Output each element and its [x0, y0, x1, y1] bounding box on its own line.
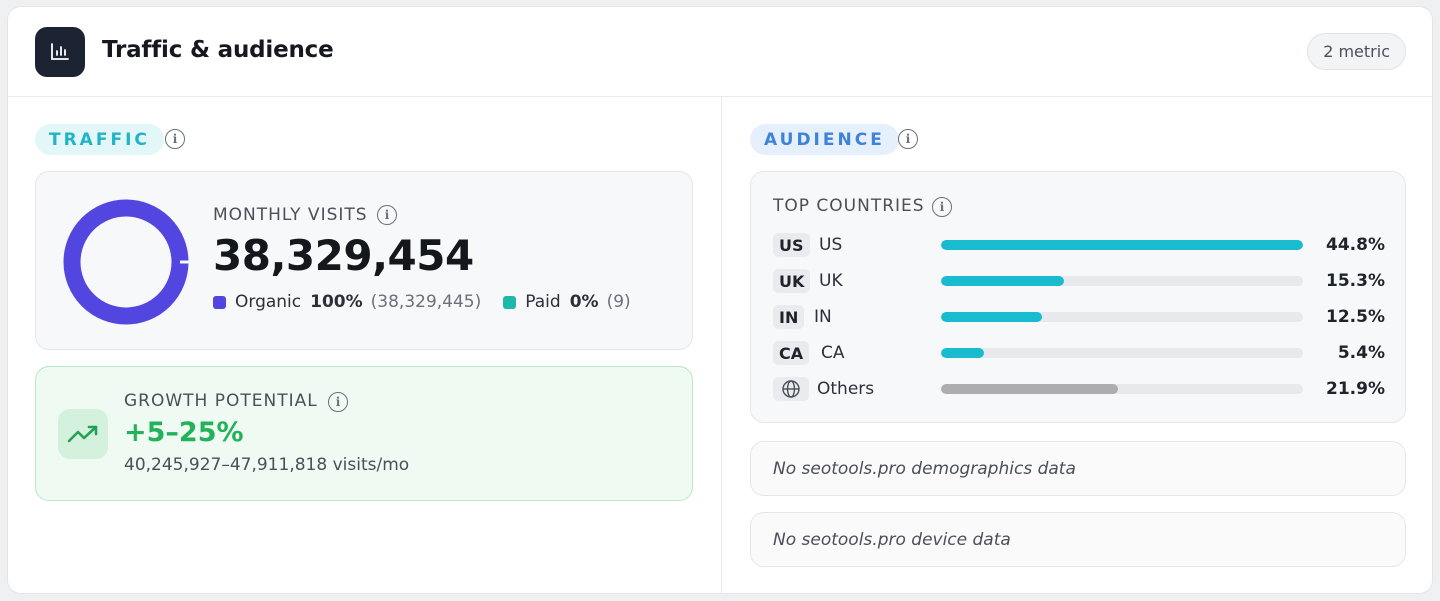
card-title: Traffic & audience [102, 37, 334, 63]
country-code-badge: UK [773, 269, 811, 293]
traffic-section-label: TRAFFIC [35, 124, 164, 155]
growth-potential-value: +5–25% [124, 417, 244, 448]
monthly-visits-info-icon[interactable]: i [377, 205, 397, 225]
growth-potential-panel: GROWTH POTENTIAL i +5–25% 40,245,927–47,… [35, 366, 693, 501]
country-row-in: IN IN 12.5% [773, 305, 1385, 329]
paid-swatch [503, 295, 517, 309]
organic-label: Organic [235, 292, 302, 312]
country-share-bar [941, 276, 1065, 286]
country-row-uk: UK UK 15.3% [773, 269, 1385, 293]
country-row-ca: CA CA 5.4% [773, 341, 1385, 365]
demographics-empty-message: No seotools.pro demographics data [773, 459, 1076, 479]
country-percent: 44.8% [1326, 235, 1385, 255]
trending-up-icon [58, 409, 108, 459]
country-share-track [941, 312, 1303, 322]
country-percent: 12.5% [1326, 307, 1385, 327]
organic-percent: 100% [310, 292, 363, 312]
paid-label: Paid [525, 292, 561, 312]
growth-info-icon[interactable]: i [328, 392, 348, 412]
globe-icon [773, 377, 809, 401]
top-countries-panel: TOP COUNTRIES i US US 44.8% UK UK 15.3% … [750, 171, 1406, 423]
country-row-others: Others 21.9% [773, 377, 1385, 401]
country-name: US [819, 235, 843, 255]
country-share-bar [941, 348, 985, 358]
country-name: Others [817, 379, 875, 399]
device-empty-message: No seotools.pro device data [773, 530, 1011, 550]
country-name: CA [821, 343, 845, 363]
audience-info-icon[interactable]: i [898, 129, 918, 149]
country-code-badge: IN [773, 305, 805, 329]
country-share-bar [941, 240, 1303, 250]
country-share-track [941, 240, 1303, 250]
metric-count-badge: 2 metric [1307, 33, 1406, 70]
country-share-bar [941, 384, 1119, 394]
growth-potential-range: 40,245,927–47,911,818 visits/mo [124, 455, 410, 475]
top-countries-label: TOP COUNTRIES [773, 196, 925, 216]
country-code-badge: US [773, 233, 810, 257]
bar-chart-icon [35, 27, 85, 77]
country-share-track [941, 348, 1303, 358]
country-percent: 15.3% [1326, 271, 1385, 291]
monthly-visits-panel: MONTHLY VISITS i 38,329,454 Organic 100%… [35, 171, 693, 350]
organic-count: (38,329,445) [370, 292, 482, 312]
country-name: UK [819, 271, 843, 291]
card-header: Traffic & audience 2 metric [8, 7, 1432, 97]
organic-donut-segment [63, 199, 189, 325]
country-percent: 21.9% [1326, 379, 1385, 399]
traffic-info-icon[interactable]: i [165, 129, 185, 149]
country-code-badge: CA [773, 341, 810, 365]
traffic-audience-card: Traffic & audience 2 metric TRAFFIC i MO… [7, 6, 1433, 594]
device-empty-panel: No seotools.pro device data [750, 512, 1406, 567]
audience-section-label: AUDIENCE [750, 124, 899, 155]
paid-percent: 0% [569, 292, 599, 312]
country-share-track [941, 276, 1303, 286]
growth-potential-label: GROWTH POTENTIAL [124, 391, 318, 411]
traffic-source-legend: Organic 100% (38,329,445) Paid 0% (9) [213, 292, 631, 312]
country-row-us: US US 44.8% [773, 233, 1385, 257]
column-divider [721, 97, 722, 593]
visits-donut-chart [63, 199, 189, 325]
demographics-empty-panel: No seotools.pro demographics data [750, 441, 1406, 496]
monthly-visits-label: MONTHLY VISITS [213, 205, 368, 225]
country-percent: 5.4% [1337, 343, 1385, 363]
country-name: IN [814, 307, 832, 327]
paid-count: (9) [606, 292, 631, 312]
country-share-bar [941, 312, 1043, 322]
top-countries-info-icon[interactable]: i [932, 197, 952, 217]
organic-swatch [213, 295, 226, 309]
country-share-track [941, 384, 1303, 394]
monthly-visits-value: 38,329,454 [213, 231, 474, 280]
